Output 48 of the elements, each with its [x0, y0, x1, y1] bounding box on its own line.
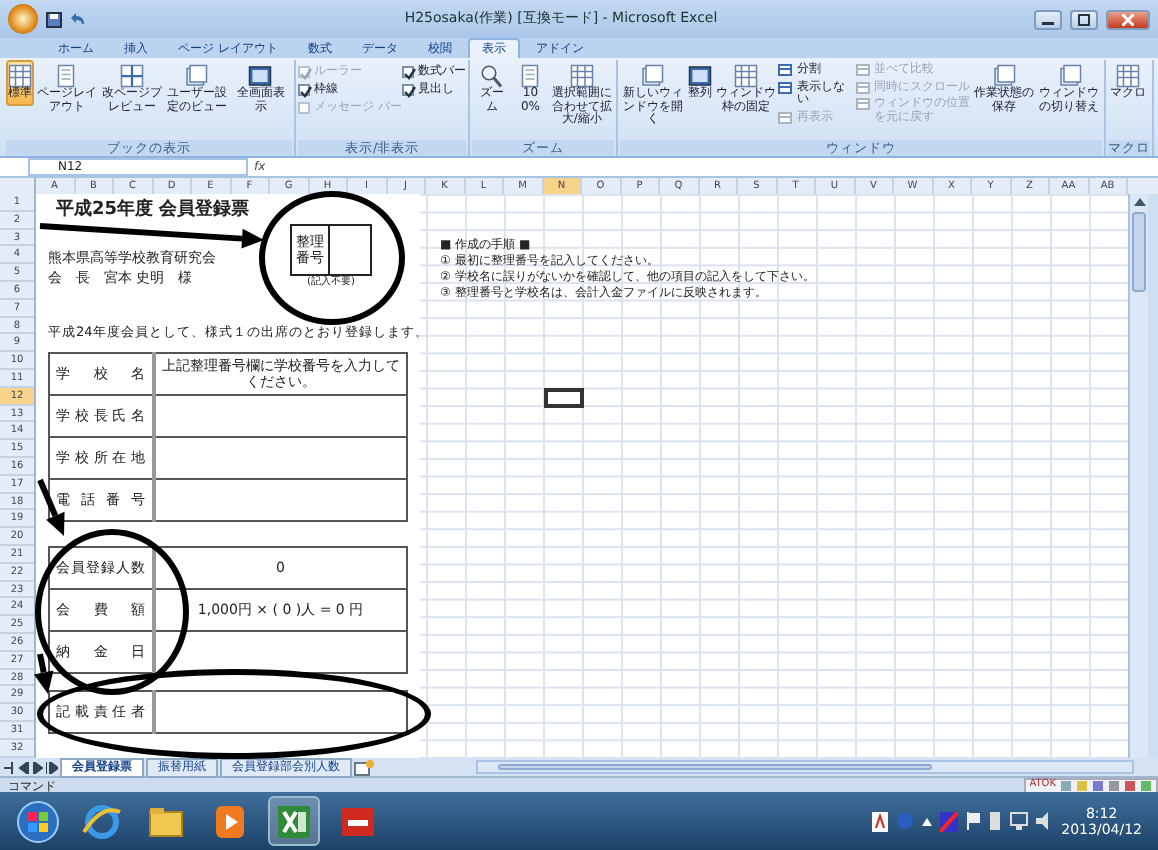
grid-icon: [569, 64, 594, 88]
split-page-icon: [119, 64, 144, 88]
flag-icon[interactable]: [965, 812, 980, 830]
page-icon: [54, 64, 79, 88]
maximize-icon: [1078, 13, 1090, 25]
first-sheet-icon[interactable]: [4, 761, 16, 773]
input-cell[interactable]: [153, 395, 407, 437]
maximize-button[interactable]: [1070, 9, 1098, 29]
start-button[interactable]: [12, 796, 64, 846]
windows-icon: [992, 64, 1017, 88]
grid-icon: [734, 64, 759, 88]
minimize-button[interactable]: [1034, 9, 1062, 29]
form-title: 平成25年度 会員登録票: [56, 198, 252, 222]
scroll-thumb[interactable]: [1132, 212, 1146, 292]
page-icon: [518, 64, 543, 88]
window-icon: [855, 81, 870, 93]
battery-icon[interactable]: [987, 812, 1002, 830]
input-cell[interactable]: [153, 479, 407, 521]
undo-icon[interactable]: [70, 11, 88, 27]
screen-icon: [687, 64, 712, 88]
screen-icon: [248, 64, 273, 88]
grid-icon: [1116, 64, 1140, 88]
save-icon[interactable]: [46, 11, 62, 27]
window-icon: [778, 111, 793, 123]
close-icon: [1122, 13, 1134, 25]
show-hidden-icon[interactable]: [921, 817, 932, 825]
new-sheet-icon[interactable]: [354, 759, 374, 775]
windows-icon: [1057, 64, 1082, 88]
browser-icon: [80, 799, 124, 843]
network-icon[interactable]: [1009, 812, 1028, 830]
windows-icon: [640, 64, 665, 88]
volume-icon[interactable]: [1035, 812, 1054, 830]
keyboard-icon[interactable]: [871, 811, 888, 831]
input-cell[interactable]: [153, 437, 407, 479]
windows-icon: [184, 64, 209, 88]
window-icon: [855, 64, 870, 76]
window-icon: [855, 98, 870, 110]
taskbar-button[interactable]: [268, 796, 320, 846]
close-button[interactable]: [1106, 9, 1150, 29]
window-icon: [778, 64, 793, 76]
window-icon: [778, 81, 793, 93]
grid-icon: [8, 64, 32, 88]
last-sheet-icon[interactable]: [46, 761, 58, 773]
magnifier-icon: [479, 64, 504, 88]
annotation-arrow: [33, 653, 54, 694]
selected-cell[interactable]: [543, 387, 583, 408]
windows-logo-icon: [16, 799, 60, 843]
horizontal-scrollbar[interactable]: [476, 760, 1134, 774]
